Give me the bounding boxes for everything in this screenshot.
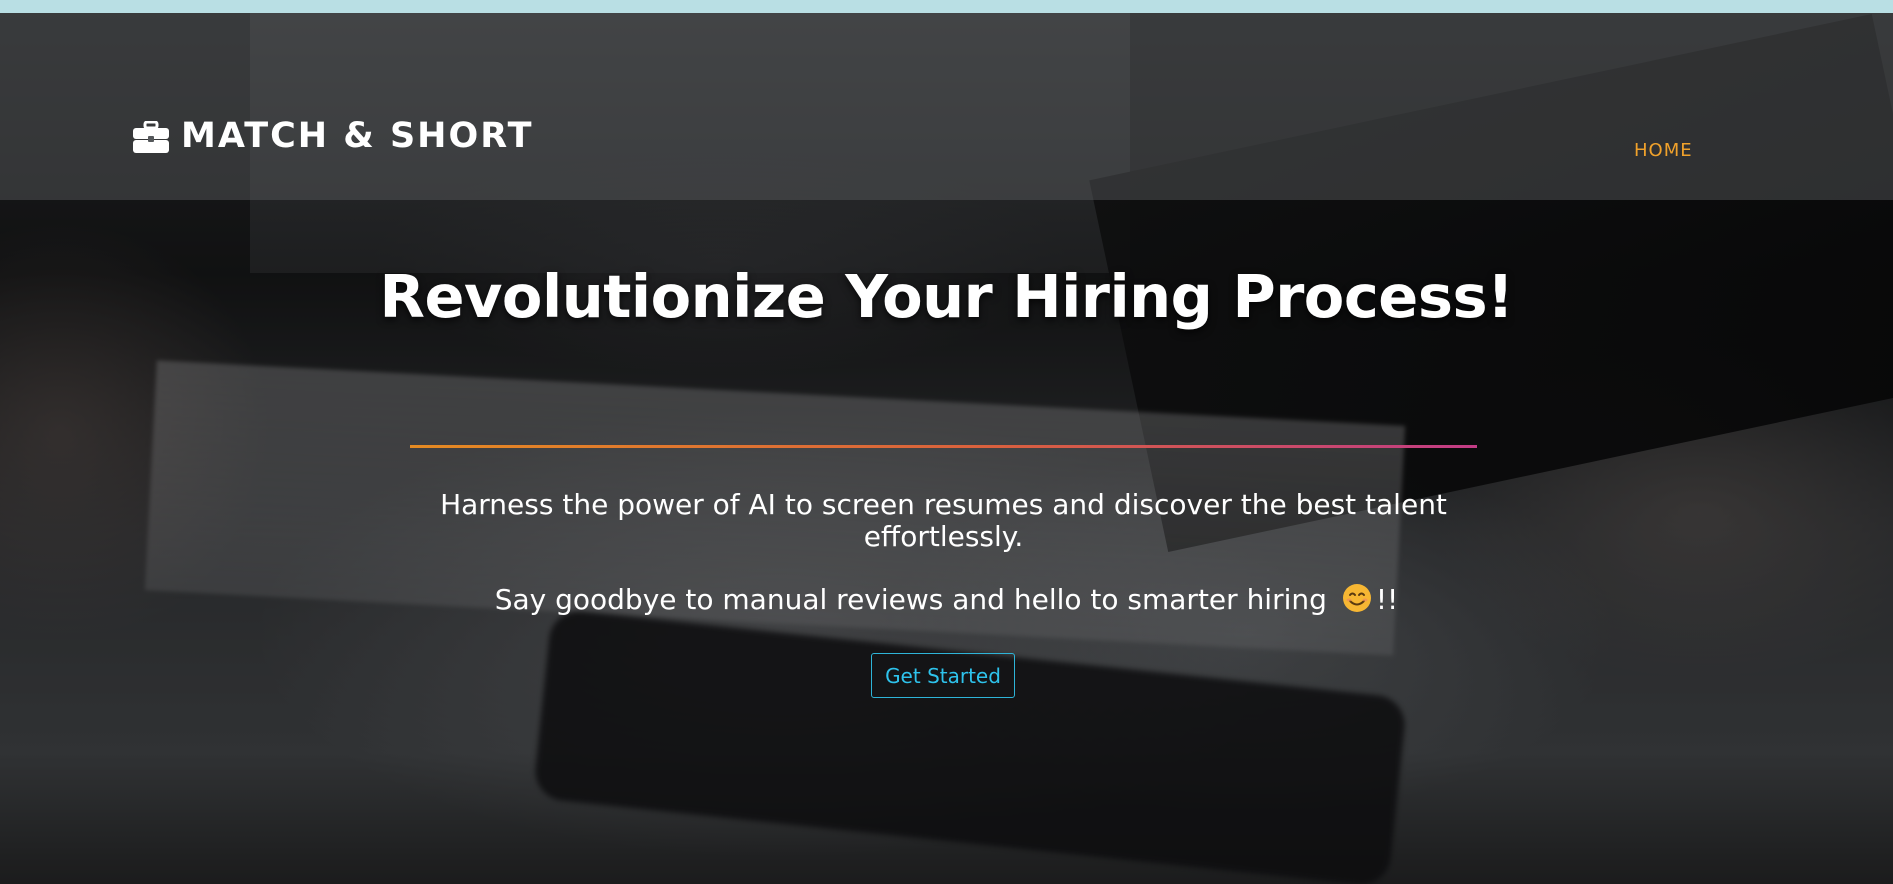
get-started-button[interactable]: Get Started: [871, 653, 1015, 698]
nav-link-home[interactable]: HOME: [1634, 140, 1693, 161]
landing-page: MATCH & SHORT HOME Revolutionize Your Hi…: [0, 0, 1893, 884]
tagline-text: Say goodbye to manual reviews and hello …: [494, 583, 1327, 616]
briefcase-icon: [133, 120, 169, 153]
hero-tagline: Say goodbye to manual reviews and hello …: [0, 582, 1893, 618]
smiling-face-icon: [1342, 583, 1372, 613]
tagline-suffix: !!: [1375, 583, 1399, 616]
brand-name: MATCH & SHORT: [181, 116, 534, 156]
hero-divider: [410, 445, 1477, 448]
hero-subtitle: Harness the power of AI to screen resume…: [440, 488, 1447, 553]
navbar: MATCH & SHORT HOME: [0, 13, 1893, 200]
brand-logo[interactable]: MATCH & SHORT: [133, 119, 533, 154]
top-strip: [0, 0, 1893, 13]
hero-title: Revolutionize Your Hiring Process!: [379, 262, 1514, 331]
